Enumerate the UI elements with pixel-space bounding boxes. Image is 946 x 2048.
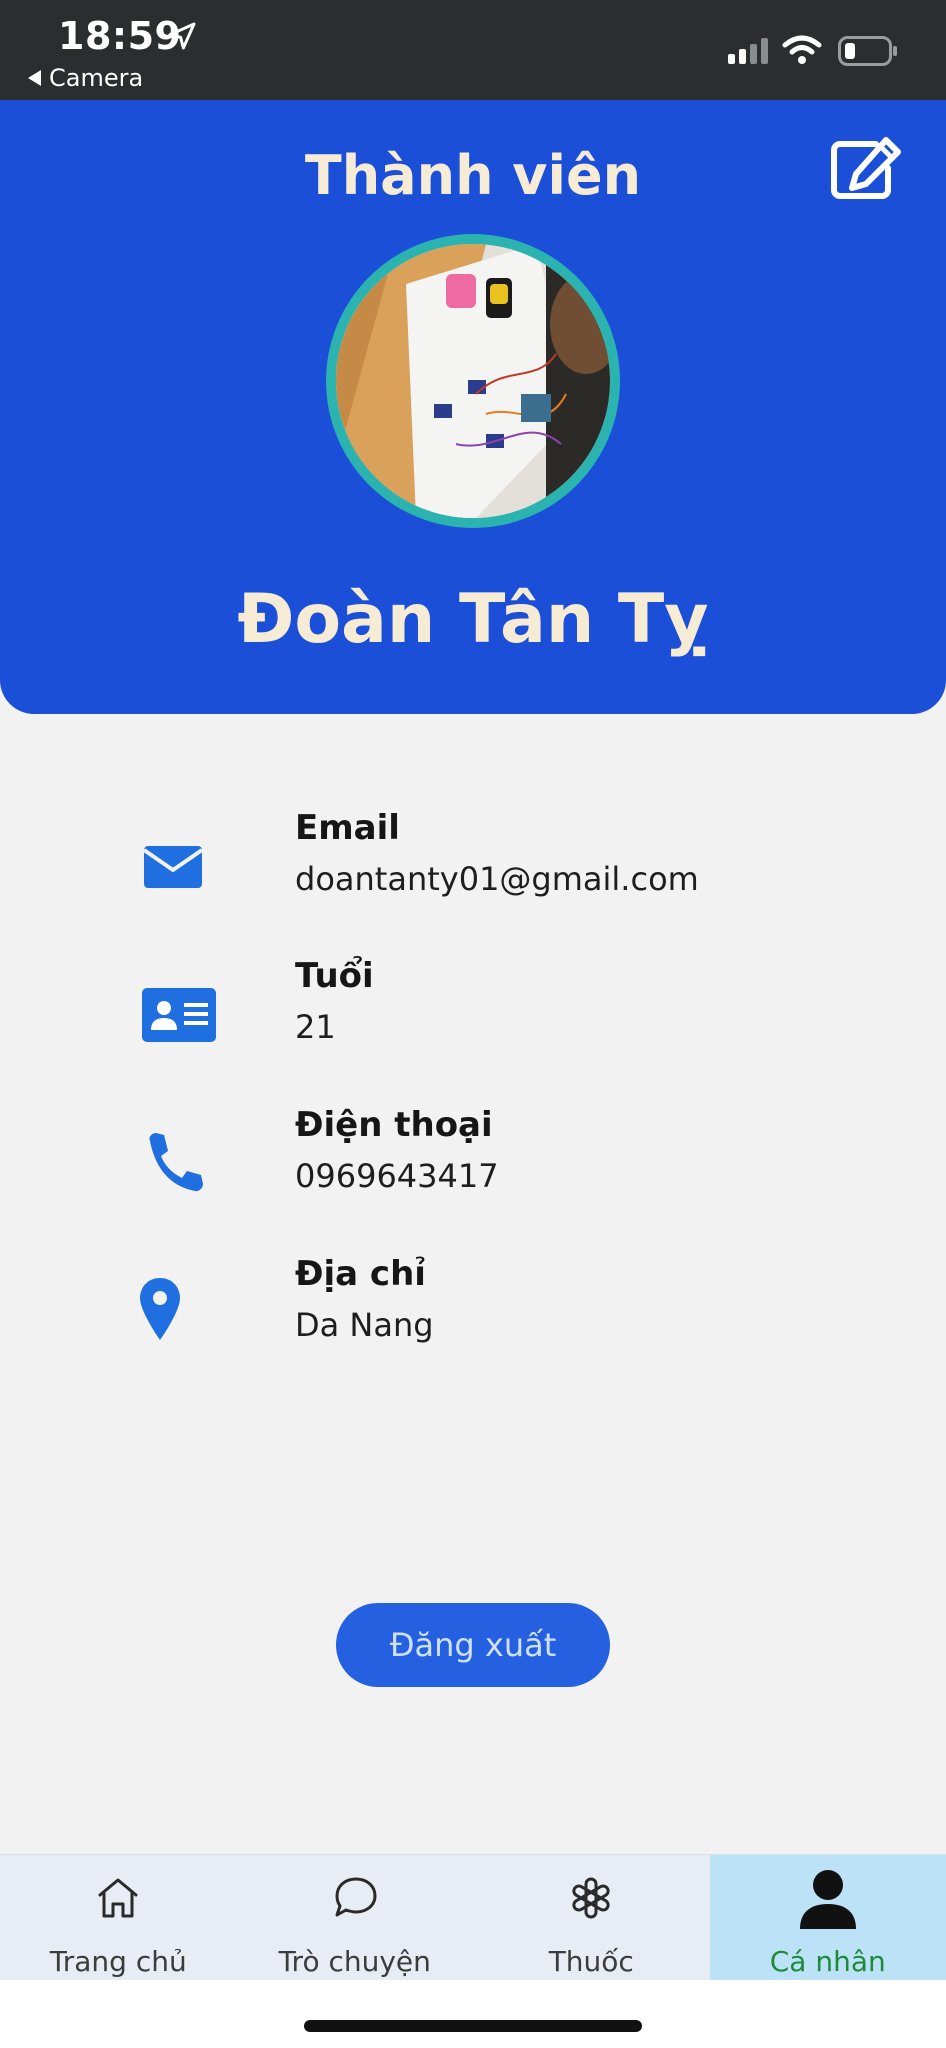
tab-label: Cá nhân [769,1945,886,1978]
status-bar: 18:59 Camera [0,0,946,100]
info-phone: Điện thoại 0969643417 [0,1105,946,1225]
cellular-signal-icon [728,38,768,64]
back-to-camera-link[interactable]: Camera [28,64,143,92]
status-time: 18:59 [58,14,182,58]
id-card-icon [142,988,216,1042]
back-label: Camera [49,64,144,92]
info-address: Địa chỉ Da Nang [0,1254,946,1374]
edit-profile-icon[interactable] [826,134,906,204]
wifi-icon [782,35,822,64]
location-arrow-icon [168,22,196,50]
info-label: Điện thoại [295,1105,493,1145]
info-label: Email [295,808,400,848]
map-pin-icon [140,1278,180,1340]
chat-bubble-icon [335,1877,377,1917]
user-name: Đoàn Tân Tỵ [237,580,709,659]
avatar[interactable] [326,234,620,528]
home-indicator[interactable] [304,2020,642,2032]
tab-medicine[interactable]: Thuốc [473,1855,710,1980]
page-title: Thành viên [304,144,642,207]
person-icon [799,1870,856,1929]
back-arrow-icon [28,70,41,86]
battery-icon [838,36,897,66]
tab-label: Trò chuyện [278,1945,431,1978]
avatar-photo [336,244,610,518]
info-label: Tuổi [295,956,374,996]
tab-profile[interactable]: Cá nhân [709,1855,946,1980]
home-icon [98,1878,138,1918]
info-email: Email doantanty01@gmail.com [0,808,946,928]
info-age: Tuổi 21 [0,956,946,1076]
tab-home[interactable]: Trang chủ [0,1855,237,1980]
info-value: doantanty01@gmail.com [295,860,699,898]
logout-button[interactable]: Đăng xuất [336,1603,610,1687]
profile-header: Thành viên Đoàn Tân Tỵ [0,100,946,714]
info-label: Địa chỉ [295,1254,426,1294]
medicine-icon [572,1877,610,1919]
info-value: Da Nang [295,1306,434,1344]
phone-icon [149,1133,203,1192]
tab-label: Trang chủ [49,1945,187,1978]
tab-label: Thuốc [548,1945,634,1978]
home-indicator-area [0,1980,946,2048]
bottom-tab-bar: Trang chủ Trò chuyện Thuốc Cá nhân [0,1854,946,1980]
info-value: 21 [295,1008,336,1046]
tab-chat[interactable]: Trò chuyện [237,1855,474,1980]
info-value: 0969643417 [295,1157,499,1195]
envelope-icon [142,846,204,888]
